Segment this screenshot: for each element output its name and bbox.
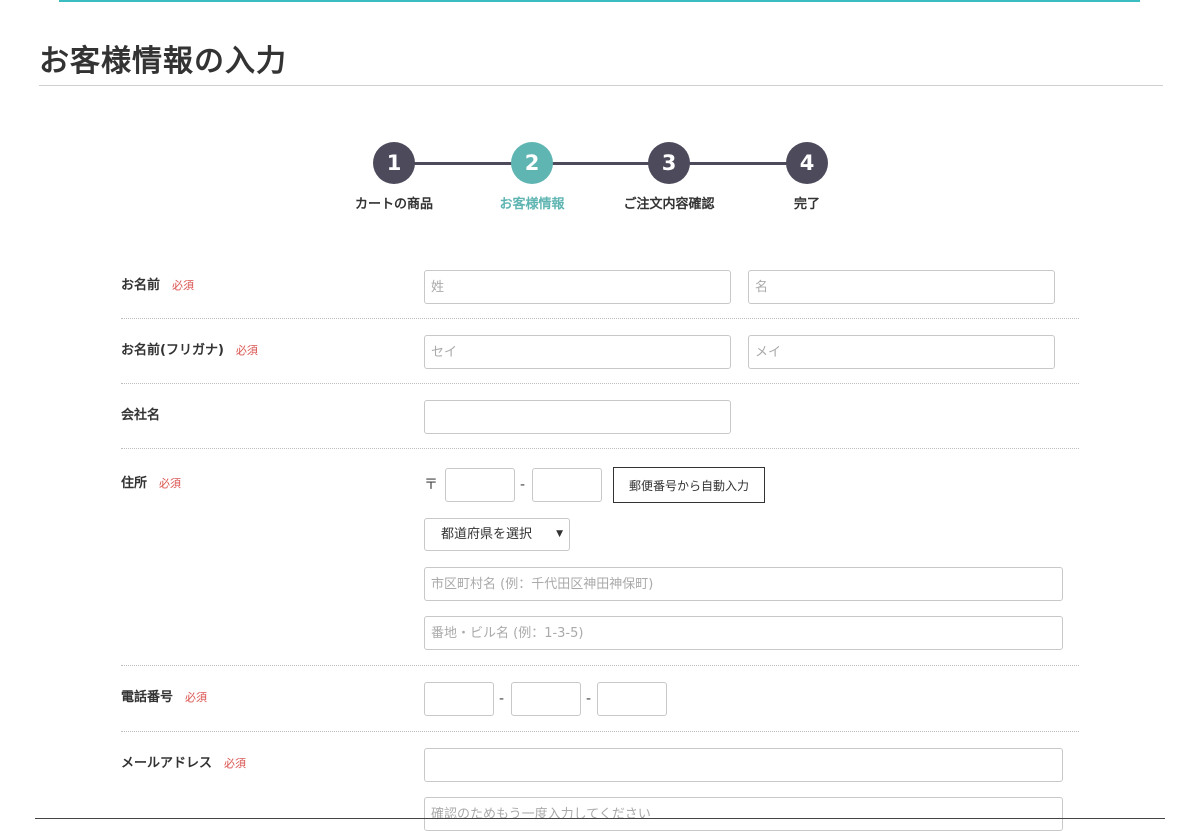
phone-label: 電話番号 必須: [121, 690, 207, 706]
name-label: お名前 必須: [121, 278, 194, 294]
company-label: 会社名: [121, 408, 160, 424]
top-accent-bar: [59, 0, 1140, 2]
required-badge: 必須: [224, 757, 247, 770]
name-label-text: お名前: [121, 278, 161, 293]
email-label: メールアドレス 必須: [121, 756, 246, 772]
title-divider: [39, 85, 1163, 86]
zip-second-input[interactable]: [532, 468, 602, 502]
phone-label-text: 電話番号: [121, 690, 174, 705]
address-label-text: 住所: [121, 476, 148, 491]
required-badge: 必須: [235, 344, 258, 357]
phone-dash-1: -: [499, 691, 505, 707]
steps-connector-line: [394, 162, 806, 165]
step-4-label: 完了: [793, 197, 820, 212]
street-input[interactable]: [424, 616, 1063, 650]
step-1-circle: 1: [373, 142, 415, 184]
first-name-input[interactable]: [748, 270, 1055, 304]
row-divider: [121, 665, 1079, 666]
first-name-kana-input[interactable]: [748, 335, 1055, 369]
step-3-label: ご注文内容確認: [623, 197, 715, 212]
company-input[interactable]: [424, 400, 731, 434]
last-name-input[interactable]: [424, 270, 731, 304]
row-divider: [121, 731, 1079, 732]
email-label-text: メールアドレス: [121, 756, 213, 771]
email-input[interactable]: [424, 748, 1063, 782]
step-2-label: お客様情報: [499, 197, 565, 212]
page-title: お客様情報の入力: [39, 44, 287, 79]
bottom-divider: [35, 818, 1165, 819]
phone-part1-input[interactable]: [424, 682, 494, 716]
zip-autofill-button[interactable]: 郵便番号から自動入力: [613, 467, 765, 503]
row-divider: [121, 318, 1079, 319]
phone-dash-2: -: [586, 691, 592, 707]
caret-down-icon: ▼: [556, 529, 563, 539]
zip-dash: -: [520, 477, 526, 493]
required-badge: 必須: [159, 477, 182, 490]
zip-first-input[interactable]: [445, 468, 515, 502]
phone-part3-input[interactable]: [597, 682, 667, 716]
email-confirm-input[interactable]: [424, 797, 1063, 831]
phone-part2-input[interactable]: [511, 682, 581, 716]
kana-label-text: お名前(フリガナ): [121, 343, 224, 358]
company-label-text: 会社名: [121, 408, 161, 423]
kana-label: お名前(フリガナ) 必須: [121, 343, 258, 359]
prefecture-selected-value: 都道府県を選択: [441, 527, 533, 542]
row-divider: [121, 383, 1079, 384]
required-badge: 必須: [172, 279, 195, 292]
postal-mark: 〒: [424, 477, 438, 493]
prefecture-select[interactable]: 都道府県を選択 ▼: [424, 518, 570, 551]
address-label: 住所 必須: [121, 476, 181, 492]
last-name-kana-input[interactable]: [424, 335, 731, 369]
required-badge: 必須: [185, 691, 208, 704]
step-4-circle: 4: [786, 142, 828, 184]
step-1-label: カートの商品: [354, 197, 433, 212]
city-input[interactable]: [424, 567, 1063, 601]
row-divider: [121, 448, 1079, 449]
step-2-circle: 2: [511, 142, 553, 184]
step-3-circle: 3: [648, 142, 690, 184]
